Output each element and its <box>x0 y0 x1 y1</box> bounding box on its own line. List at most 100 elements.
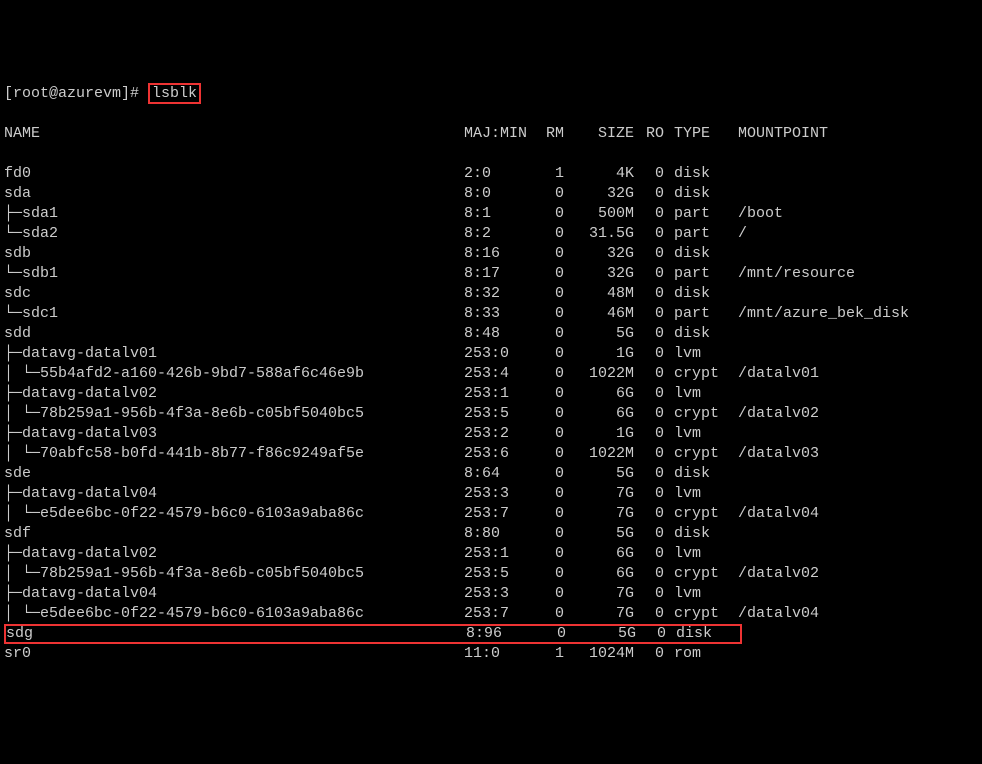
cell-majmin: 11:0 <box>464 644 534 664</box>
cell-type: part <box>664 224 724 244</box>
cell-name: ├─datavg-datalv04 <box>4 584 464 604</box>
hdr-rm: RM <box>534 124 564 144</box>
lsblk-row: ├─datavg-datalv04253:307G0lvm <box>4 484 978 504</box>
cell-name: sdf <box>4 524 464 544</box>
cell-type: lvm <box>664 484 724 504</box>
cell-rm: 0 <box>534 604 564 624</box>
cell-size: 32G <box>564 184 634 204</box>
cell-size: 32G <box>564 244 634 264</box>
cell-majmin: 8:17 <box>464 264 534 284</box>
cell-name: ├─datavg-datalv03 <box>4 424 464 444</box>
cell-size: 7G <box>564 584 634 604</box>
cell-type: crypt <box>664 404 724 424</box>
cell-ro: 0 <box>634 584 664 604</box>
cell-rm: 0 <box>534 264 564 284</box>
cell-rm: 0 <box>534 504 564 524</box>
cell-majmin: 253:0 <box>464 344 534 364</box>
hdr-ro: RO <box>634 124 664 144</box>
lsblk-row: sdd8:4805G0disk <box>4 324 978 344</box>
cell-size: 31.5G <box>564 224 634 244</box>
cell-majmin: 253:2 <box>464 424 534 444</box>
lsblk-row-highlight: sdg8:9605G0disk <box>4 624 742 644</box>
hdr-majmin: MAJ:MIN <box>464 124 534 144</box>
cell-ro: 0 <box>634 324 664 344</box>
cell-type: part <box>664 304 724 324</box>
lsblk-row: │ └─e5dee6bc-0f22-4579-b6c0-6103a9aba86c… <box>4 504 978 524</box>
cell-type: crypt <box>664 364 724 384</box>
cell-type: lvm <box>664 344 724 364</box>
cell-type: disk <box>664 324 724 344</box>
cell-rm: 0 <box>534 204 564 224</box>
cell-ro: 0 <box>634 304 664 324</box>
cell-name: ├─datavg-datalv02 <box>4 544 464 564</box>
lsblk-row: ├─datavg-datalv04253:307G0lvm <box>4 584 978 604</box>
cell-ro: 0 <box>634 224 664 244</box>
cell-mnt: /datalv04 <box>724 504 819 524</box>
cell-name: fd0 <box>4 164 464 184</box>
cell-name: ├─datavg-datalv01 <box>4 344 464 364</box>
cell-name: │ └─70abfc58-b0fd-441b-8b77-f86c9249af5e <box>4 444 464 464</box>
cell-rm: 0 <box>534 464 564 484</box>
cell-rm: 0 <box>534 364 564 384</box>
cell-size: 32G <box>564 264 634 284</box>
cell-ro: 0 <box>634 544 664 564</box>
cell-ro: 0 <box>634 244 664 264</box>
cell-majmin: 8:96 <box>466 626 536 642</box>
cell-name: ├─datavg-datalv02 <box>4 384 464 404</box>
header-row: NAMEMAJ:MINRMSIZEROTYPEMOUNTPOINT <box>4 124 978 144</box>
cell-type: crypt <box>664 604 724 624</box>
cell-size: 1G <box>564 344 634 364</box>
lsblk-row: │ └─78b259a1-956b-4f3a-8e6b-c05bf5040bc5… <box>4 404 978 424</box>
cell-size: 1022M <box>564 364 634 384</box>
cell-type: part <box>664 204 724 224</box>
cell-ro: 0 <box>634 464 664 484</box>
cell-rm: 0 <box>534 284 564 304</box>
cell-name: │ └─55b4afd2-a160-426b-9bd7-588af6c46e9b <box>4 364 464 384</box>
cell-rm: 0 <box>534 404 564 424</box>
cell-name: └─sda2 <box>4 224 464 244</box>
hdr-type: TYPE <box>664 124 724 144</box>
cell-name: sdd <box>4 324 464 344</box>
cell-size: 7G <box>564 504 634 524</box>
cell-majmin: 253:7 <box>464 604 534 624</box>
cell-size: 6G <box>564 404 634 424</box>
cell-size: 500M <box>564 204 634 224</box>
cell-mnt: /datalv01 <box>724 364 819 384</box>
cell-type: lvm <box>664 544 724 564</box>
cell-size: 5G <box>564 324 634 344</box>
cell-size: 4K <box>564 164 634 184</box>
cell-type: crypt <box>664 444 724 464</box>
cell-rm: 0 <box>534 564 564 584</box>
cell-ro: 0 <box>634 424 664 444</box>
cell-rm: 0 <box>534 584 564 604</box>
cell-mnt: /mnt/azure_bek_disk <box>724 304 909 324</box>
cell-mnt: / <box>724 224 747 244</box>
cell-majmin: 253:5 <box>464 564 534 584</box>
cell-ro: 0 <box>634 484 664 504</box>
cell-size: 6G <box>564 544 634 564</box>
cell-rm: 0 <box>534 424 564 444</box>
lsblk-row: └─sdb18:17032G0part/mnt/resource <box>4 264 978 284</box>
lsblk-row: sdc8:32048M0disk <box>4 284 978 304</box>
cell-mnt: /datalv02 <box>724 404 819 424</box>
cell-ro: 0 <box>634 204 664 224</box>
cell-majmin: 8:2 <box>464 224 534 244</box>
cell-majmin: 8:48 <box>464 324 534 344</box>
lsblk-row: ├─datavg-datalv02253:106G0lvm <box>4 384 978 404</box>
cell-mnt: /datalv04 <box>724 604 819 624</box>
cell-ro: 0 <box>634 384 664 404</box>
shell-prompt: [root@azurevm]# <box>4 85 148 102</box>
cell-type: rom <box>664 644 724 664</box>
cell-majmin: 253:3 <box>464 584 534 604</box>
cell-size: 46M <box>564 304 634 324</box>
lsblk-row: ├─datavg-datalv03253:201G0lvm <box>4 424 978 444</box>
cell-type: lvm <box>664 384 724 404</box>
lsblk-row: fd02:014K0disk <box>4 164 978 184</box>
cell-size: 6G <box>564 564 634 584</box>
cell-mnt: /mnt/resource <box>724 264 855 284</box>
cell-name: ├─sda1 <box>4 204 464 224</box>
cell-size: 48M <box>564 284 634 304</box>
cell-type: disk <box>664 244 724 264</box>
cell-ro: 0 <box>636 626 666 642</box>
lsblk-row: sdf8:8005G0disk <box>4 524 978 544</box>
